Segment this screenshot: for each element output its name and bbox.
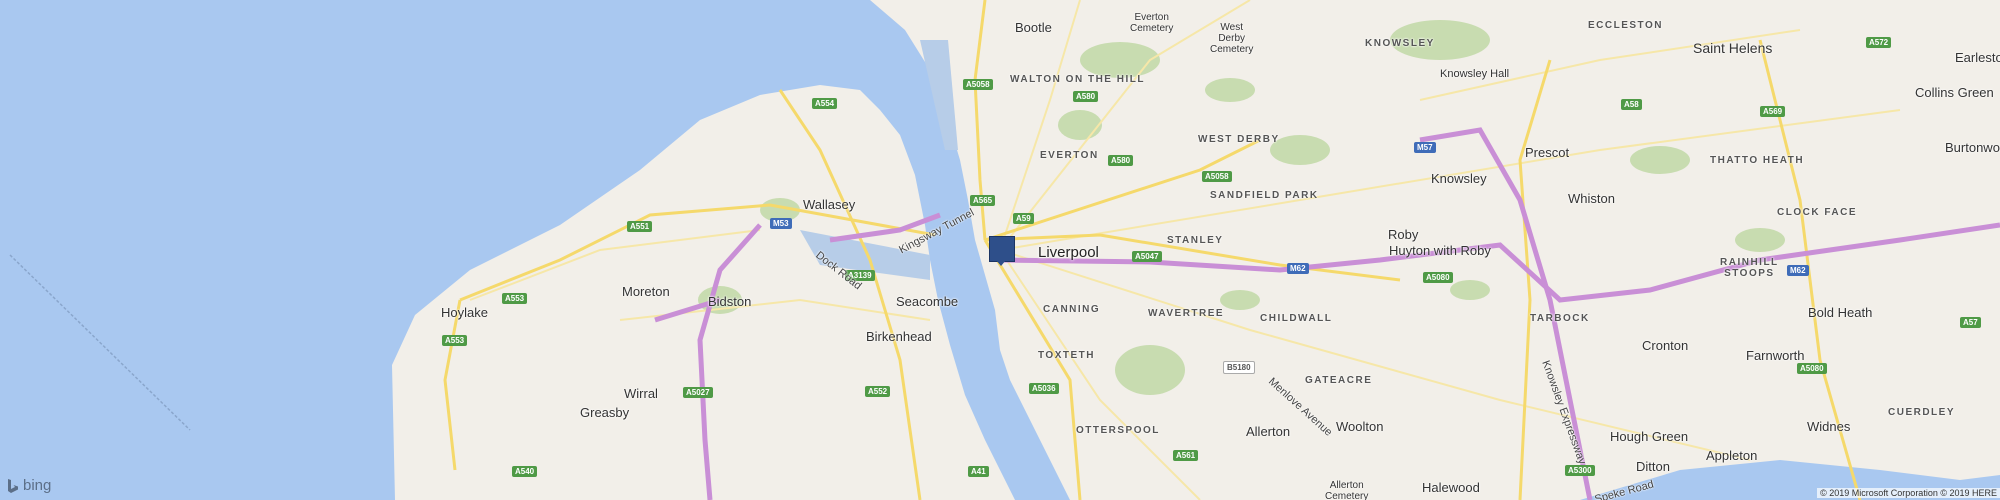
road-shield-a565: A565: [970, 195, 996, 206]
road-shield-m57: M57: [1414, 142, 1436, 153]
place-farnworth: Farnworth: [1746, 348, 1805, 363]
bing-icon: [8, 478, 18, 493]
place-tarbock: TARBOCK: [1530, 313, 1590, 324]
place-burtonwood: Burtonwoo: [1945, 140, 2000, 155]
place-cuerdley: CUERDLEY: [1888, 407, 1956, 418]
road-shield-a41: A41: [968, 466, 989, 477]
place-prescot: Prescot: [1525, 145, 1570, 160]
road-shield-a552: A552: [865, 386, 891, 397]
place-birkenhead: Birkenhead: [866, 329, 932, 344]
place-cronton: Cronton: [1642, 338, 1689, 353]
road-shield-a5047: A5047: [1132, 251, 1162, 262]
bing-logo-text: bing: [23, 477, 52, 494]
copyright-notice: © 2019 Microsoft Corporation © 2019 HERE: [1817, 488, 2000, 498]
place-rainhill-stoops: RAINHILL STOOPS: [1720, 257, 1779, 279]
place-bootle: Bootle: [1015, 20, 1052, 35]
location-marker[interactable]: [989, 236, 1015, 262]
road-shield-a5036: A5036: [1029, 383, 1059, 394]
place-wavertree: WAVERTREE: [1148, 308, 1225, 319]
place-toxteth: TOXTETH: [1038, 350, 1095, 361]
place-walton: WALTON ON THE HILL: [1010, 74, 1145, 85]
place-ditton: Ditton: [1636, 459, 1670, 474]
place-collins-green: Collins Green: [1915, 85, 1994, 100]
place-eccleston: ECCLESTON: [1588, 20, 1663, 31]
road-shield-a5300: A5300: [1565, 465, 1595, 476]
place-bold-heath: Bold Heath: [1808, 305, 1873, 320]
road-shield-a57: A57: [1960, 317, 1981, 328]
road-shield-a59: A59: [1013, 213, 1034, 224]
place-everton: EVERTON: [1040, 150, 1099, 161]
road-shield-a554: A554: [812, 98, 838, 109]
place-knowsley-hall: Knowsley Hall: [1440, 68, 1510, 80]
place-woolton: Woolton: [1336, 419, 1384, 434]
place-sandfield-park: SANDFIELD PARK: [1210, 190, 1319, 201]
place-knowsley-district: KNOWSLEY: [1365, 38, 1435, 49]
place-thatto-heath: THATTO HEATH: [1710, 155, 1805, 166]
place-wirral: Wirral: [624, 386, 658, 401]
place-earlestown: Earlesto: [1955, 50, 2000, 65]
place-childwall: CHILDWALL: [1260, 313, 1333, 324]
place-hoylake: Hoylake: [441, 305, 488, 320]
map-view[interactable]: Bootle Everton Cemetery West Derby Cemet…: [0, 0, 2000, 500]
place-everton-cemetery: Everton Cemetery: [1130, 12, 1174, 34]
place-allerton: Allerton: [1246, 424, 1291, 439]
place-otterspool: OTTERSPOOL: [1076, 425, 1160, 436]
road-shield-a5080-right: A5080: [1797, 363, 1827, 374]
road-shield-a553-a: A553: [502, 293, 528, 304]
place-appleton: Appleton: [1706, 448, 1758, 463]
bing-logo[interactable]: bing: [8, 477, 51, 494]
place-west-derby-cemetery: West Derby Cemetery: [1210, 22, 1254, 55]
place-knowsley: Knowsley: [1431, 171, 1487, 186]
road-shield-m62-mid: M62: [1287, 263, 1309, 274]
place-widnes: Widnes: [1807, 419, 1851, 434]
place-seacombe: Seacombe: [896, 294, 959, 309]
road-shield-a5080-mid: A5080: [1423, 272, 1453, 283]
place-huyton: Huyton with Roby: [1389, 243, 1491, 258]
place-gateacre: GATEACRE: [1305, 375, 1373, 386]
place-moreton: Moreton: [622, 284, 670, 299]
road-shield-a5027: A5027: [683, 387, 713, 398]
place-allerton-cemetery: Allerton Cemetery: [1325, 480, 1369, 500]
place-bidston: Bidston: [708, 294, 752, 309]
road-shield-a561: A561: [1173, 450, 1199, 461]
road-shield-m62-right: M62: [1787, 265, 1809, 276]
road-shield-a551: A551: [627, 221, 653, 232]
road-shield-a58: A58: [1621, 99, 1642, 110]
place-roby: Roby: [1388, 227, 1419, 242]
place-clock-face: CLOCK FACE: [1777, 207, 1857, 218]
road-shield-a5058-mid: A5058: [1202, 171, 1232, 182]
road-shield-a580-mid: A580: [1108, 155, 1134, 166]
road-shield-a540: A540: [512, 466, 538, 477]
place-canning: CANNING: [1043, 304, 1101, 315]
place-wallasey: Wallasey: [803, 197, 856, 212]
road-shield-a580-top: A580: [1073, 91, 1099, 102]
road-shield-a5058-top: A5058: [963, 79, 993, 90]
road-shield-b5180: B5180: [1223, 361, 1255, 374]
place-greasby: Greasby: [580, 405, 630, 420]
place-saint-helens: Saint Helens: [1693, 40, 1773, 56]
location-marker-pointer: [996, 260, 1006, 266]
place-hough-green: Hough Green: [1610, 429, 1689, 444]
road-shield-a553-b: A553: [442, 335, 468, 346]
road-shield-m53: M53: [770, 218, 792, 229]
road-shield-a569: A569: [1760, 106, 1786, 117]
place-liverpool: Liverpool: [1038, 244, 1099, 261]
road-shield-a572: A572: [1866, 37, 1892, 48]
place-whiston: Whiston: [1568, 191, 1615, 206]
place-halewood: Halewood: [1422, 480, 1480, 495]
place-stanley: STANLEY: [1167, 235, 1224, 246]
place-west-derby: WEST DERBY: [1198, 134, 1280, 145]
